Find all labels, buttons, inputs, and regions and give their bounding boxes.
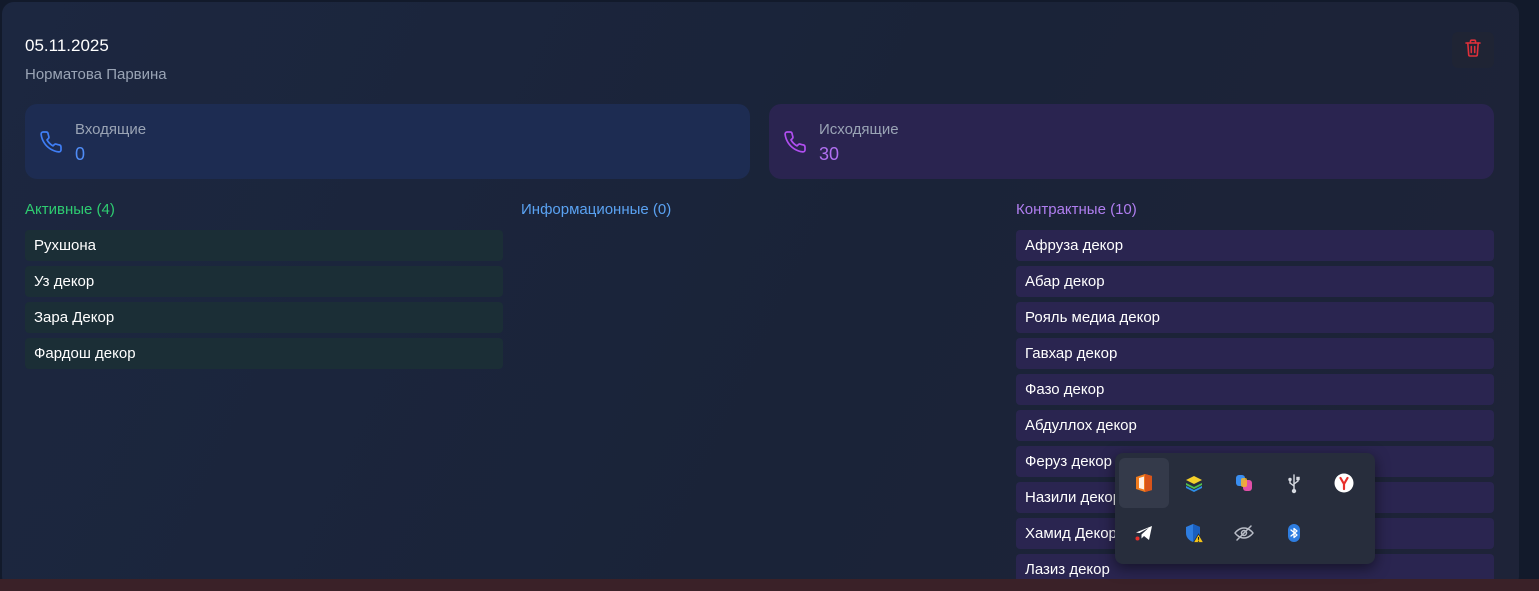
system-tray-overflow	[1115, 453, 1375, 564]
phone-icon	[39, 130, 63, 154]
outgoing-value: 30	[819, 144, 840, 164]
active-list: Рухшона Уз декор Зара Декор Фардош декор	[25, 230, 503, 374]
employee-name: Норматова Парвина	[25, 66, 167, 83]
phone-icon	[783, 130, 807, 154]
defender-warning-icon[interactable]	[1169, 508, 1219, 558]
list-item[interactable]: Афруза декор	[1016, 230, 1494, 261]
list-item[interactable]: Фазо декор	[1016, 374, 1494, 405]
list-item[interactable]: Гавхар декор	[1016, 338, 1494, 369]
list-item[interactable]: Рухшона	[25, 230, 503, 261]
outgoing-label: Исходящие	[819, 121, 899, 138]
incoming-label: Входящие	[75, 121, 147, 138]
contract-column-title: Контрактные (10)	[1016, 201, 1137, 218]
bluestacks-icon[interactable]	[1169, 458, 1219, 508]
incoming-value: 0	[75, 144, 86, 164]
list-item[interactable]: Фардош декор	[25, 338, 503, 369]
list-item[interactable]: Абдуллох декор	[1016, 410, 1494, 441]
telegram-icon[interactable]	[1119, 508, 1169, 558]
yandex-browser-icon[interactable]	[1319, 458, 1369, 508]
bluetooth-icon[interactable]	[1269, 508, 1319, 558]
office-app-icon[interactable]	[1119, 458, 1169, 508]
list-item[interactable]: Зара Декор	[25, 302, 503, 333]
list-item[interactable]: Рояль медиа декор	[1016, 302, 1494, 333]
usb-icon[interactable]	[1269, 458, 1319, 508]
outgoing-calls-card: Исходящие 30	[769, 104, 1494, 179]
trash-icon	[1465, 38, 1481, 62]
network-hidden-icon[interactable]	[1219, 508, 1269, 558]
delete-button[interactable]	[1452, 32, 1494, 68]
taskbar	[0, 579, 1539, 591]
incoming-calls-card: Входящие 0	[25, 104, 750, 179]
copilot-icon[interactable]	[1219, 458, 1269, 508]
active-column-title: Активные (4)	[25, 201, 115, 218]
report-date: 05.11.2025	[25, 36, 109, 55]
list-item[interactable]: Абар декор	[1016, 266, 1494, 297]
info-column-title: Информационные (0)	[521, 201, 672, 218]
list-item[interactable]: Уз декор	[25, 266, 503, 297]
